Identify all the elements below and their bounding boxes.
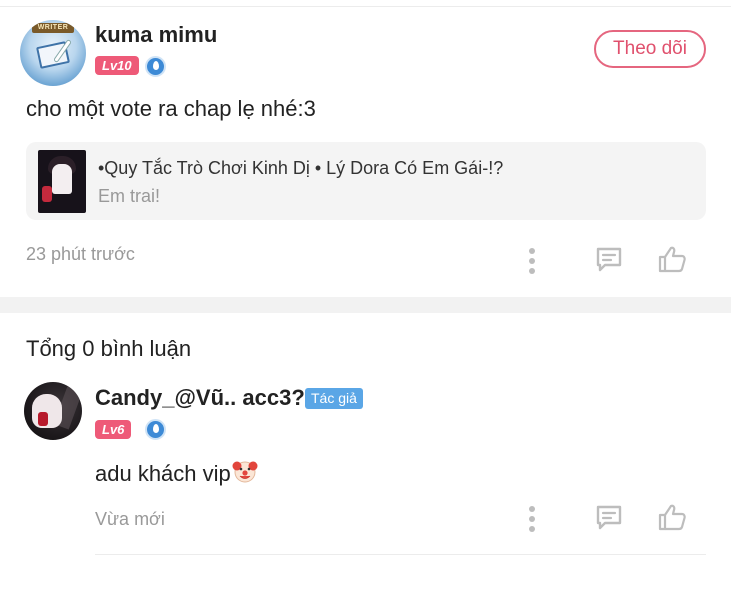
level-badge: Lv6 — [95, 420, 132, 439]
comment-icon[interactable] — [594, 245, 624, 275]
section-divider — [0, 297, 731, 313]
comment-icon[interactable] — [594, 503, 624, 533]
like-icon[interactable] — [657, 244, 687, 274]
story-cover-image — [38, 150, 86, 213]
post-author-name[interactable]: kuma mimu — [95, 22, 217, 48]
comments-count-title: Tổng 0 bình luận — [26, 336, 192, 361]
more-icon[interactable] — [528, 248, 536, 274]
post-author-avatar[interactable]: WRITER — [20, 20, 86, 86]
comment-text-content: adu khách vip — [95, 461, 231, 486]
follow-button[interactable]: Theo dõi — [594, 30, 706, 68]
verified-shield-icon — [145, 419, 166, 440]
comment-author-avatar[interactable] — [24, 382, 82, 440]
comment-divider — [95, 554, 706, 555]
verified-shield-icon — [145, 56, 166, 77]
level-badge: Lv10 — [95, 56, 139, 75]
story-title: •Quy Tắc Trò Chơi Kinh Dị • Lý Dora Có E… — [98, 158, 504, 178]
story-subtitle: Em trai! — [98, 186, 161, 206]
more-icon[interactable] — [528, 506, 536, 532]
linked-story-card[interactable]: •Quy Tắc Trò Chơi Kinh Dị • Lý Dora Có E… — [26, 142, 706, 220]
comment-timestamp: Vừa mới — [95, 509, 165, 529]
comment-text: adu khách vip — [95, 458, 258, 487]
comment-author-name[interactable]: Candy_@Vũ.. acc3? — [95, 385, 305, 411]
writer-banner-icon: WRITER — [32, 23, 74, 33]
like-icon[interactable] — [657, 502, 687, 532]
post-timestamp: 23 phút trước — [26, 244, 135, 264]
author-badge: Tác giả — [305, 388, 363, 409]
post-text: cho một vote ra chap lẹ nhé:3 — [26, 96, 316, 121]
clown-face-icon — [232, 461, 258, 483]
